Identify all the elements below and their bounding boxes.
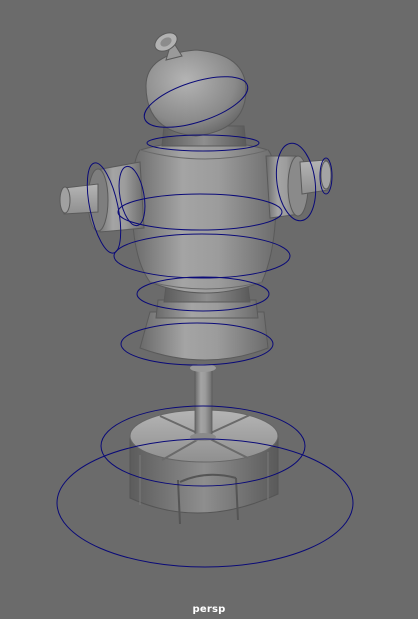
head-mesh[interactable] [145,29,247,137]
scene-canvas[interactable] [0,0,418,619]
camera-name-label: persp [192,604,226,615]
perspective-viewport[interactable]: persp [0,0,418,619]
body-mesh[interactable] [131,140,277,294]
